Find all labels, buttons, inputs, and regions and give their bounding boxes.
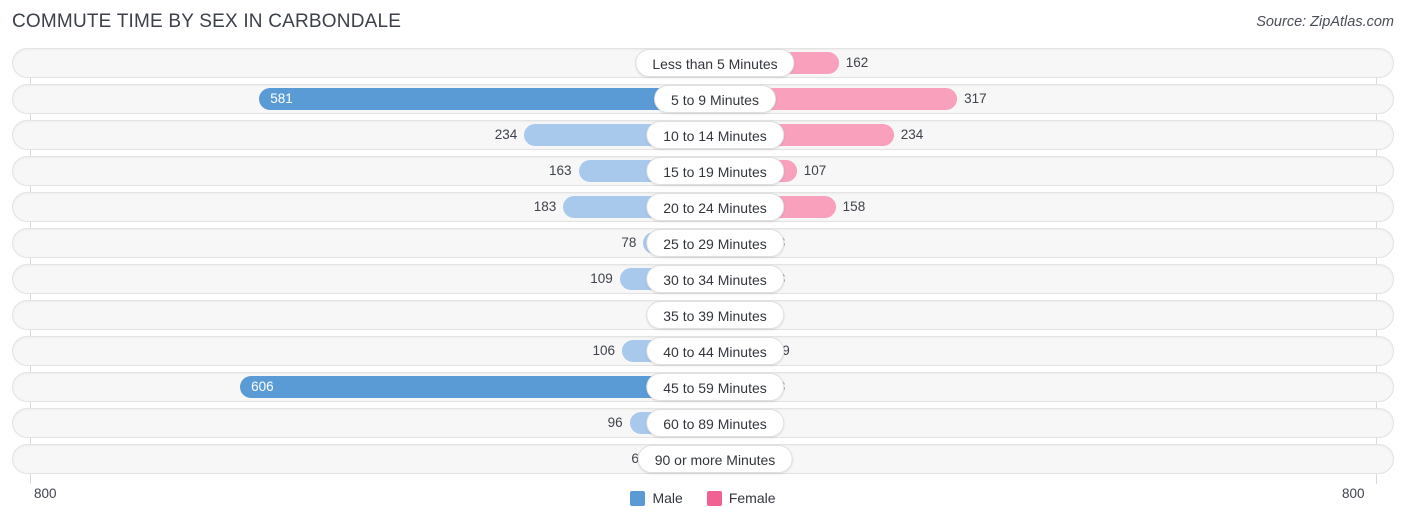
legend-swatch-icon (706, 490, 722, 506)
category-label-pill: 40 to 44 Minutes (646, 337, 784, 365)
value-label-male: 19 (12, 48, 678, 78)
value-label-male: 163 (548, 163, 572, 178)
page-title: COMMUTE TIME BY SEX IN CARBONDALE (12, 11, 402, 32)
category-label-pill: 25 to 29 Minutes (646, 229, 784, 257)
category-label-pill: 90 or more Minutes (637, 445, 793, 473)
chart-row: 343635 to 39 Minutes (12, 300, 1394, 330)
value-label-male: 109 (590, 271, 613, 286)
chart-row: 1066940 to 44 Minutes (12, 336, 1394, 366)
chart-row: 6066345 to 59 Minutes (12, 372, 1394, 402)
category-label-pill: 30 to 34 Minutes (646, 265, 784, 293)
value-label-male: 606 (251, 379, 274, 394)
value-label-female: 107 (803, 163, 827, 178)
category-label-pill: 35 to 39 Minutes (646, 301, 784, 329)
category-label-pill: 45 to 59 Minutes (646, 373, 784, 401)
category-label-pill: 10 to 14 Minutes (646, 121, 784, 149)
value-label-male: 34 (12, 300, 670, 330)
bar-male (259, 88, 703, 110)
source-attribution: Source: ZipAtlas.com (1256, 14, 1394, 30)
chart-row: 183 158 20 to 24 Minutes (12, 192, 1394, 222)
value-label-male: 78 (621, 235, 637, 250)
category-label-pill: 5 to 9 Minutes (654, 85, 776, 113)
legend-item-male[interactable]: Male (630, 490, 683, 506)
chart-row: 581 317 5 to 9 Minutes (12, 84, 1394, 114)
category-label-pill: Less than 5 Minutes (635, 49, 795, 77)
chart-row: 234 234 10 to 14 Minutes (12, 120, 1394, 150)
value-label-male: 106 (592, 343, 616, 358)
chart-row: 163 107 15 to 19 Minutes (12, 156, 1394, 186)
chart-row: 964560 to 89 Minutes (12, 408, 1394, 438)
value-label-male: 234 (494, 127, 518, 142)
value-label-male: 65 (12, 444, 646, 474)
value-label-female: 162 (845, 55, 869, 70)
category-label-pill: 15 to 19 Minutes (646, 157, 784, 185)
legend-swatch-icon (630, 490, 646, 506)
legend-item-label: Female (728, 490, 776, 506)
category-label-pill: 20 to 24 Minutes (646, 193, 784, 221)
category-label-pill: 60 to 89 Minutes (646, 409, 784, 437)
chart-row: 651590 or more Minutes (12, 444, 1394, 474)
chart-legend: Male Female (0, 487, 1406, 509)
value-label-female: 234 (900, 127, 924, 142)
bar-male (240, 376, 703, 398)
value-label-female: 317 (964, 91, 987, 106)
value-label-female: 158 (842, 199, 866, 214)
chart-plot-area: 19 162 Less than 5 Minutes 581 317 5 to 9 Min… (0, 48, 1406, 484)
value-label-male: 183 (533, 199, 557, 214)
chart-row: 1096330 to 34 Minutes (12, 264, 1394, 294)
chart-header: COMMUTE TIME BY SEX IN CARBONDALE Source… (0, 0, 1406, 44)
chart-row: 786325 to 29 Minutes (12, 228, 1394, 258)
legend-item-label: Male (652, 490, 683, 506)
chart-row: 19 162 Less than 5 Minutes (12, 48, 1394, 78)
value-label-male: 96 (607, 415, 623, 430)
legend-item-female[interactable]: Female (706, 490, 776, 506)
value-label-male: 581 (270, 91, 293, 106)
